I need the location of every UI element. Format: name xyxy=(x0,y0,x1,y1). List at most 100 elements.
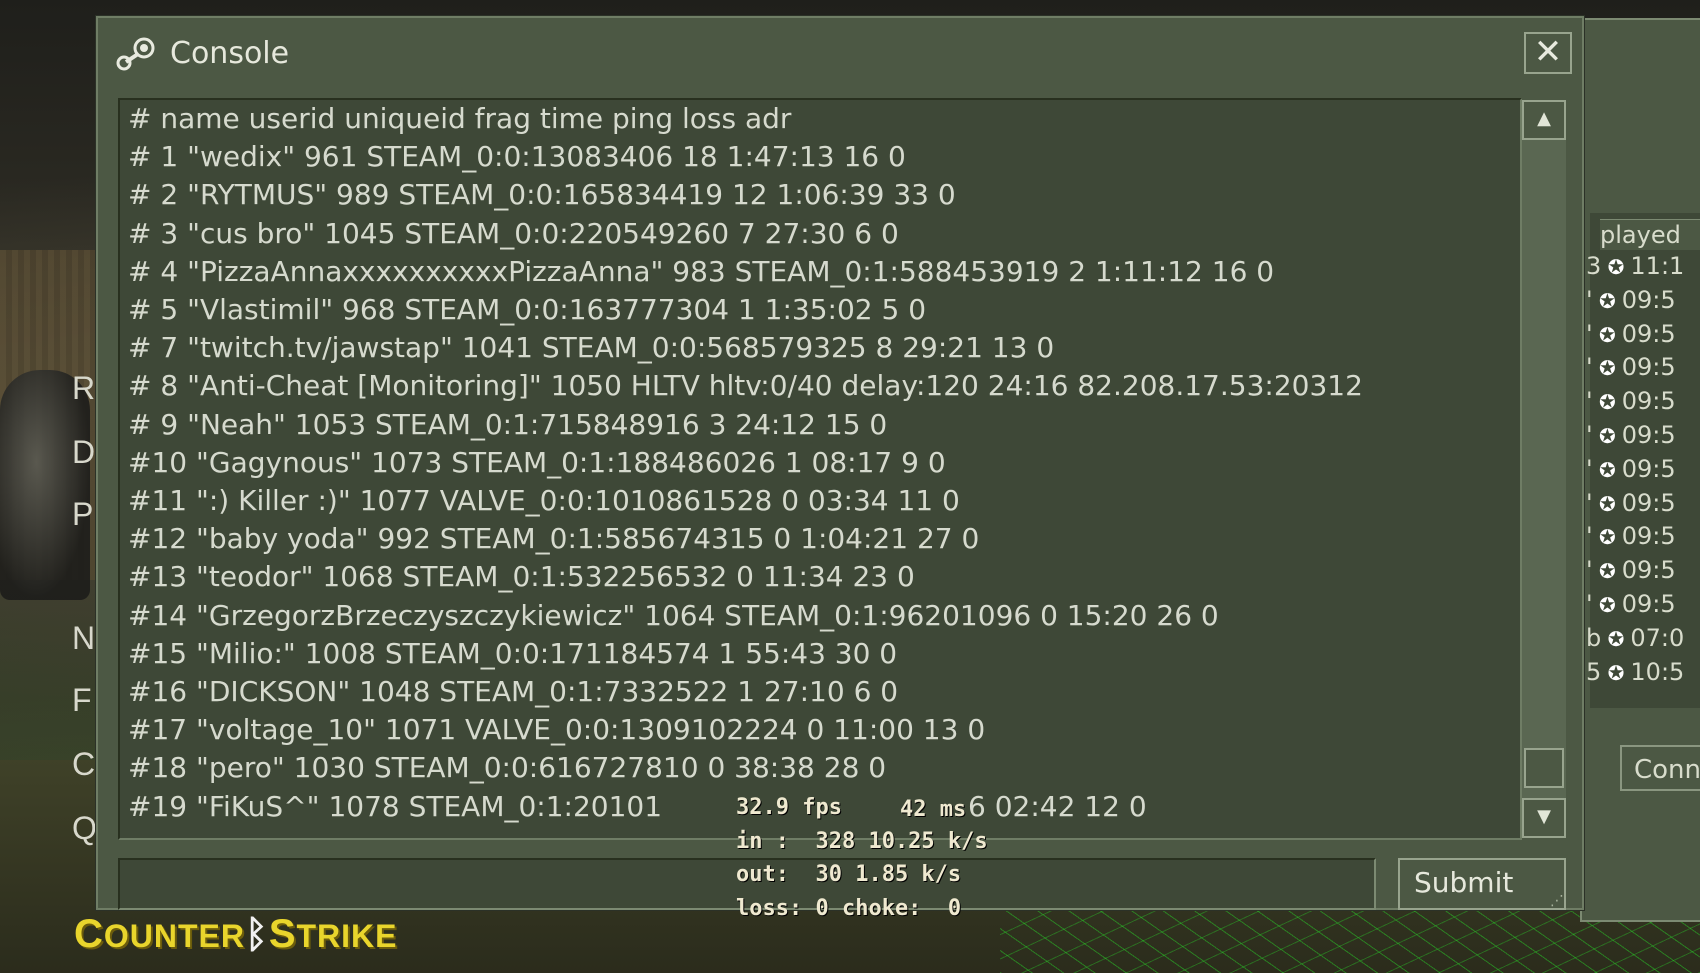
main-menu-item-p[interactable]: P xyxy=(72,496,93,533)
steam-logo-icon: ✪ xyxy=(1592,593,1616,617)
row-prefix: ' xyxy=(1586,387,1593,416)
status-player-line: # 9 "Neah" 1053 STEAM_0:1:715848916 3 24… xyxy=(128,407,888,441)
background-list-row[interactable]: 5 ✪ 10:5 xyxy=(1586,657,1684,687)
steam-logo-icon: ✪ xyxy=(1592,390,1616,415)
submit-button[interactable]: Submit xyxy=(1398,858,1566,910)
row-prefix: ' xyxy=(1586,590,1593,618)
steam-logo-icon: ✪ xyxy=(1592,525,1616,550)
background-list-row[interactable]: ' ✪ 09:5 xyxy=(1586,386,1676,416)
status-player-line: #12 "baby yoda" 992 STEAM_0:1:585674315 … xyxy=(128,522,980,556)
netgraph-loss: loss: 0 choke: 0 xyxy=(736,896,962,921)
row-time: 07:0 xyxy=(1630,623,1685,652)
status-player-line: #11 ":) Killer :)" 1077 VALVE_0:0:101086… xyxy=(128,484,960,517)
row-time: 09:5 xyxy=(1621,488,1676,517)
status-player-line: #19 "FiKuS^" 1078 STEAM_0:1:20101 xyxy=(128,789,663,823)
status-player-line: #10 "Gagynous" 1073 STEAM_0:1:188486026 … xyxy=(128,445,946,479)
console-title: Console xyxy=(170,36,290,71)
row-time: 09:5 xyxy=(1621,353,1676,382)
row-time: 09:5 xyxy=(1621,285,1676,314)
background-list-row[interactable]: ' ✪ 09:5 xyxy=(1586,555,1676,585)
main-menu-item-f[interactable]: F xyxy=(72,682,92,719)
logo-counter-rest: OUNTER xyxy=(103,918,245,954)
background-list-row[interactable]: ' ✪ 09:5 xyxy=(1586,420,1676,450)
netgraph-in: in : 328 10.25 k/s xyxy=(736,829,988,854)
main-menu-item-q[interactable]: Q xyxy=(72,810,97,847)
row-prefix: ' xyxy=(1586,319,1593,348)
status-player-line: # 3 "cus bro" 1045 STEAM_0:0:220549260 7… xyxy=(128,216,899,250)
close-icon: ✕ xyxy=(1533,32,1563,72)
background-list-row[interactable]: ' ✪ 09:5 xyxy=(1586,285,1676,315)
console-title-bar[interactable]: Console ✕ xyxy=(98,18,1582,94)
status-player-line: # 5 "Vlastimil" 968 STEAM_0:0:163777304 … xyxy=(128,293,927,326)
row-time: 09:5 xyxy=(1621,319,1676,348)
steam-logo-icon: ✪ xyxy=(1592,491,1616,516)
status-player-line: # 2 "RYTMUS" 989 STEAM_0:0:165834419 12 … xyxy=(128,178,956,212)
scroll-up-button[interactable]: ▲ xyxy=(1522,100,1566,140)
background-list-row[interactable]: ' ✪ 09:5 xyxy=(1586,319,1676,349)
status-header-line: # name userid uniqueid frag time ping lo… xyxy=(128,102,792,135)
row-prefix: b xyxy=(1586,623,1602,652)
arrow-up-icon: ▲ xyxy=(1537,108,1551,129)
row-time: 09:5 xyxy=(1621,421,1676,449)
logo-strike-initial: S xyxy=(268,912,297,956)
status-player-line: #13 "teodor" 1068 STEAM_0:1:532256532 0 … xyxy=(128,560,915,594)
arrow-down-icon: ▼ xyxy=(1537,806,1551,827)
logo-strike-rest: TRIKE xyxy=(296,918,398,954)
main-menu-item-d[interactable]: D xyxy=(72,434,95,471)
row-time: 09:5 xyxy=(1621,387,1676,416)
steam-logo-icon: ✪ xyxy=(1592,424,1616,448)
status-player-line: #16 "DICKSON" 1048 STEAM_0:1:7332522 1 2… xyxy=(128,675,899,708)
console-window: Console ✕ # name userid uniqueid frag ti… xyxy=(96,16,1584,910)
background-list-row[interactable]: ' ✪ 09:5 xyxy=(1586,521,1676,551)
status-player-line: #14 "GrzegorzBrzeczyszczykiewicz" 1064 S… xyxy=(128,598,1219,632)
resize-grip-icon[interactable]: ⋰ xyxy=(1550,894,1572,910)
status-player-line: # 7 "twitch.tv/jawstap" 1041 STEAM_0:0:5… xyxy=(128,331,1055,365)
status-player-line: #17 "voltage_10" 1071 VALVE_0:0:13091022… xyxy=(128,713,986,747)
row-prefix: ' xyxy=(1586,454,1593,483)
row-time: 10:5 xyxy=(1630,657,1685,686)
netgraph-fps: 32.9 fps xyxy=(736,795,842,820)
steam-logo-icon: ✪ xyxy=(1601,255,1625,279)
scroll-down-button[interactable]: ▼ xyxy=(1522,798,1566,838)
row-prefix: ' xyxy=(1586,285,1593,314)
row-prefix: ' xyxy=(1586,421,1593,449)
console-output[interactable]: # name userid uniqueid frag time ping lo… xyxy=(118,98,1522,840)
logo-counter-initial: C xyxy=(74,912,104,956)
steam-logo-icon: ✪ xyxy=(1592,356,1616,381)
column-header-played[interactable]: played xyxy=(1600,219,1700,250)
steam-logo-icon: ✪ xyxy=(1592,559,1616,584)
close-button[interactable]: ✕ xyxy=(1524,32,1572,74)
row-prefix: 5 xyxy=(1586,657,1602,686)
row-prefix: ' xyxy=(1586,522,1593,551)
steam-logo-icon: ✪ xyxy=(1592,457,1616,482)
status-player-line: #15 "Milio:" 1008 STEAM_0:0:171184574 1 … xyxy=(128,636,898,670)
row-time: 09:5 xyxy=(1621,454,1676,483)
connect-button[interactable]: Conn xyxy=(1620,745,1700,791)
netgraph-ping: 42 ms xyxy=(900,797,967,822)
status-player-line-tail: 6 02:42 12 0 xyxy=(968,789,1147,823)
background-list-row[interactable]: b ✪ 07:0 xyxy=(1586,623,1684,653)
row-prefix: ' xyxy=(1586,488,1593,517)
steam-logo-icon: ✪ xyxy=(1601,660,1625,685)
background-list-row[interactable]: ' ✪ 09:5 xyxy=(1586,454,1676,484)
main-menu-item-r[interactable]: R xyxy=(72,370,95,407)
main-menu-item-n[interactable]: N xyxy=(72,620,95,657)
background-list-row[interactable]: ' ✪ 09:5 xyxy=(1586,589,1676,619)
main-menu-item-c[interactable]: C xyxy=(72,746,95,783)
status-player-line: # 1 "wedix" 961 STEAM_0:0:13083406 18 1:… xyxy=(128,140,906,174)
row-prefix: ' xyxy=(1586,556,1593,585)
background-list-row[interactable]: ' ✪ 09:5 xyxy=(1586,352,1676,382)
row-time: 09:5 xyxy=(1621,556,1676,585)
background-list-row[interactable]: ' ✪ 09:5 xyxy=(1586,488,1676,518)
row-time: 09:5 xyxy=(1621,590,1676,618)
counter-strike-logo: COUNTERᛒSTRIKE xyxy=(74,912,398,958)
scroll-thumb[interactable] xyxy=(1524,748,1564,788)
steam-logo-icon: ✪ xyxy=(1592,322,1616,347)
background-list-row[interactable]: 3 ✪ 11:1 xyxy=(1586,251,1684,281)
netgraph-out: out: 30 1.85 k/s xyxy=(736,862,962,887)
status-player-line: # 8 "Anti-Cheat [Monitoring]" 1050 HLTV … xyxy=(128,369,1363,403)
row-time: 11:1 xyxy=(1630,252,1685,280)
status-player-line: #18 "pero" 1030 STEAM_0:0:616727810 0 38… xyxy=(128,751,887,785)
console-scrollbar[interactable]: ▲ ▼ xyxy=(1522,100,1566,838)
row-time: 09:5 xyxy=(1621,522,1676,551)
